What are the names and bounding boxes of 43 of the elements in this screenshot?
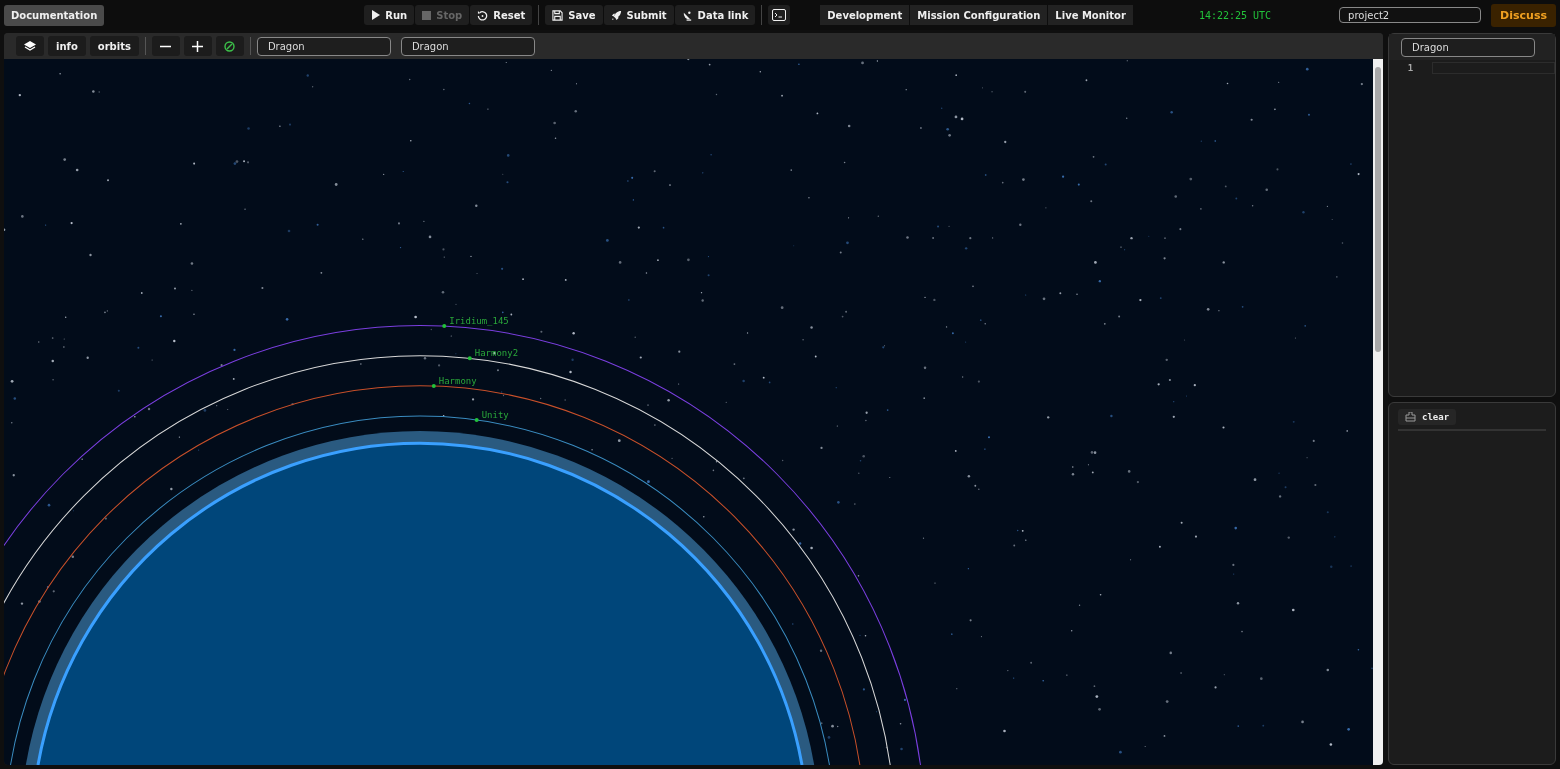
terminal-icon (772, 9, 787, 21)
toolbar-button[interactable]: Submit (603, 5, 674, 25)
satellite-marker[interactable] (442, 324, 447, 329)
layers-icon (23, 40, 37, 52)
scrollbar[interactable] (1373, 59, 1383, 765)
play-icon (371, 10, 381, 20)
toolbar-button[interactable]: Data link (674, 5, 756, 25)
discuss-button[interactable]: Discuss (1491, 3, 1556, 27)
satellite-label: Harmony (438, 376, 477, 387)
clear-console-button[interactable]: clear (1398, 409, 1457, 425)
satellite-marker[interactable] (474, 417, 479, 422)
toolbar-button[interactable]: Save (545, 5, 603, 25)
map-toggle-button[interactable]: orbits (89, 36, 139, 56)
documentation-button[interactable]: Documentation (4, 4, 105, 26)
toolbar-button[interactable]: Run (364, 5, 415, 25)
satellite-marker[interactable] (467, 356, 472, 361)
save-icon (552, 9, 564, 21)
stop-icon (422, 10, 432, 20)
nav-tab[interactable]: Live Monitor (1048, 5, 1133, 25)
satellite-label: Harmony2 (474, 348, 519, 359)
spacecraft-select[interactable]: Dragon (256, 36, 391, 56)
zoom-in-button[interactable] (183, 36, 212, 56)
rocket-icon (610, 9, 622, 21)
terminal-button[interactable] (768, 5, 791, 25)
toolbar-button[interactable]: Reset (470, 5, 533, 25)
utc-clock: 14:22:25 UTC (1198, 9, 1272, 21)
satellite-label: Iridium_145 (449, 316, 509, 327)
broom-icon (1405, 412, 1416, 422)
project-name-field[interactable]: project2 (1339, 7, 1482, 23)
line-number: 1 (1406, 62, 1415, 74)
satellite-label: Unity (481, 409, 509, 420)
recenter-button[interactable] (215, 36, 244, 56)
map-toggle-button[interactable]: info (48, 36, 86, 56)
satellite-dish-icon (681, 9, 693, 21)
satellite-marker[interactable] (431, 384, 436, 389)
reset-icon (477, 9, 489, 21)
spacecraft-select[interactable]: Dragon (400, 36, 535, 56)
spacecraft-select[interactable]: Dragon (1401, 37, 1535, 57)
layers-button[interactable] (16, 36, 44, 56)
plus-icon (192, 40, 204, 52)
nav-tab[interactable]: Development (820, 5, 910, 25)
nav-tab[interactable]: Mission Configuration (910, 5, 1048, 25)
target-icon (224, 40, 236, 52)
